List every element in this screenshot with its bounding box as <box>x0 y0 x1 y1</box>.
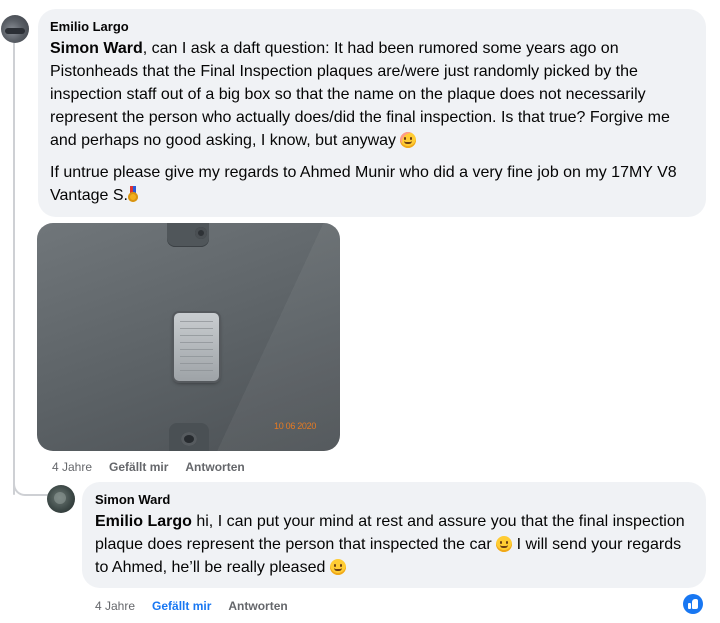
bolt-top <box>195 227 207 239</box>
avatar-simon-ward[interactable] <box>47 485 75 513</box>
thread-line <box>13 40 15 495</box>
avatar-emilio-largo[interactable] <box>1 15 29 43</box>
reply-button[interactable]: Antworten <box>228 599 287 613</box>
comment-author[interactable]: Simon Ward <box>95 492 693 508</box>
photo-date-stamp: 10 06 2020 <box>274 421 317 431</box>
comment-text: , can I ask a daft question: It had been… <box>50 40 670 149</box>
smiling-face-emoji-icon <box>329 559 346 575</box>
comment-bubble: Emilio Largo Simon Ward, can I ask a daf… <box>38 9 706 217</box>
comment-photo[interactable]: 10 06 2020 <box>37 223 340 451</box>
medal-emoji-icon <box>127 186 138 203</box>
inspection-plaque <box>174 313 219 381</box>
smiling-face-emoji-icon <box>496 536 513 552</box>
comment-paragraph: Emilio Largo hi, I can put your mind at … <box>95 510 693 579</box>
thumbs-up-icon[interactable] <box>683 594 703 614</box>
comment-author[interactable]: Emilio Largo <box>50 19 694 35</box>
comment-text: If untrue please give my regards to Ahme… <box>50 164 677 204</box>
mention-link[interactable]: Simon Ward <box>50 40 143 57</box>
mention-link[interactable]: Emilio Largo <box>95 513 192 530</box>
reply-actions: 4 Jahre Gefällt mir Antworten <box>95 599 305 613</box>
like-button-active[interactable]: Gefällt mir <box>152 599 211 613</box>
comment-age[interactable]: 4 Jahre <box>95 599 135 613</box>
reply-connector <box>13 470 51 496</box>
comment-age[interactable]: 4 Jahre <box>52 460 92 474</box>
comment-actions: 4 Jahre Gefällt mir Antworten <box>52 460 262 474</box>
like-button[interactable]: Gefällt mir <box>109 460 168 474</box>
reply-bubble: Simon Ward Emilio Largo hi, I can put yo… <box>82 482 706 588</box>
bolt-bottom <box>181 432 197 446</box>
comment-paragraph: Simon Ward, can I ask a daft question: I… <box>50 37 694 152</box>
comment-paragraph: If untrue please give my regards to Ahme… <box>50 161 694 207</box>
reply-button[interactable]: Antworten <box>185 460 244 474</box>
winking-face-emoji-icon <box>400 132 417 148</box>
